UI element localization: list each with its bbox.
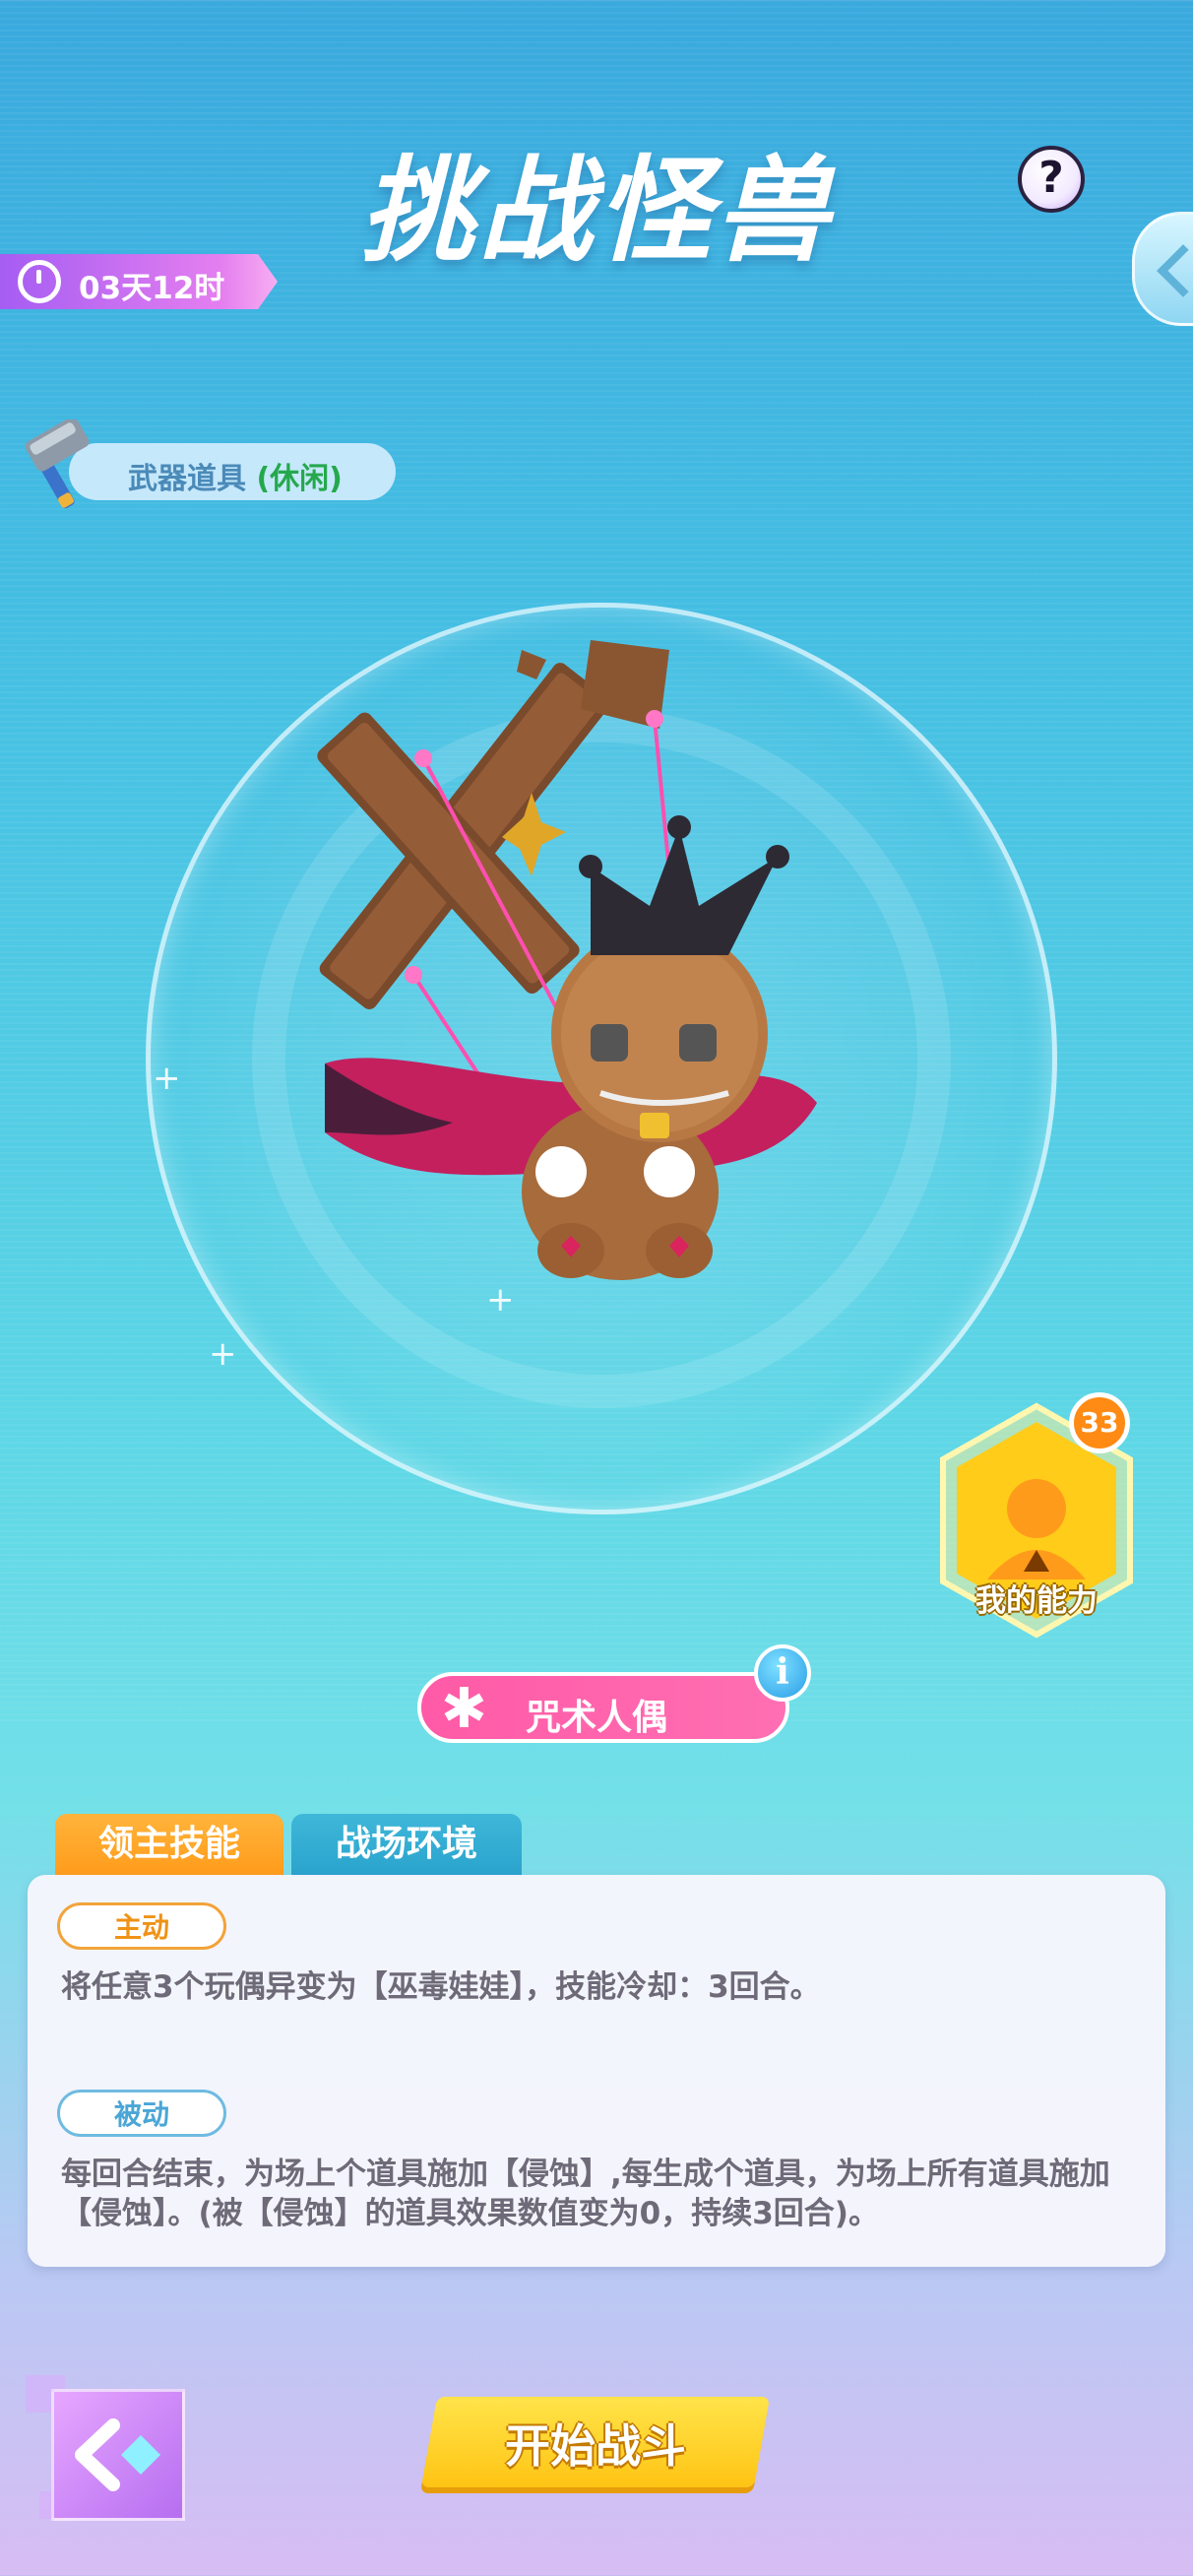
weapon-label: 武器道具 (休闲) bbox=[128, 454, 343, 497]
active-skill-description: 将任意3个玩偶异变为【巫毒娃娃】，技能冷却：3回合。 bbox=[61, 1969, 821, 2005]
asterisk-icon: ✱ bbox=[441, 1677, 487, 1741]
boss-name-text: 咒术人偶 bbox=[526, 1698, 668, 1738]
active-skill-badge: 主动 bbox=[57, 1902, 226, 1950]
voodoo-doll-monster-image bbox=[317, 640, 817, 1280]
sparkle-icon: + bbox=[209, 1334, 237, 1374]
ability-label: 我的能力 bbox=[975, 1583, 1098, 1619]
back-button[interactable] bbox=[51, 2389, 185, 2521]
boss-name-pill: ✱ 咒术人偶 bbox=[417, 1672, 789, 1743]
weapon-category-pill[interactable]: 武器道具 (休闲) bbox=[69, 443, 396, 500]
ability-count-badge: 33 bbox=[1069, 1392, 1130, 1453]
tab-lord-skills[interactable]: 领主技能 bbox=[55, 1814, 283, 1877]
help-button[interactable]: ? bbox=[1018, 146, 1085, 213]
tab-battlefield-environment[interactable]: 战场环境 bbox=[291, 1814, 522, 1877]
weapon-label-text: 武器道具 bbox=[128, 462, 246, 496]
passive-skill-description: 每回合结束，为场上个道具施加【侵蚀】,每生成个道具，为场上所有道具施加【侵蚀】。… bbox=[61, 2157, 1110, 2231]
sparkle-icon: + bbox=[153, 1059, 181, 1098]
chevron-left-icon bbox=[1157, 244, 1193, 297]
start-battle-label: 开始战斗 bbox=[505, 2419, 686, 2473]
hammer-icon bbox=[25, 419, 90, 509]
timer-text: 03天12时 bbox=[79, 271, 225, 306]
boss-info-button[interactable]: i bbox=[754, 1644, 811, 1702]
back-arrow-icon bbox=[75, 2418, 160, 2491]
clock-icon bbox=[18, 260, 61, 303]
passive-skill-badge: 被动 bbox=[57, 2090, 226, 2137]
weapon-tag: (休闲) bbox=[256, 462, 343, 496]
event-timer: 03天12时 bbox=[0, 254, 278, 309]
